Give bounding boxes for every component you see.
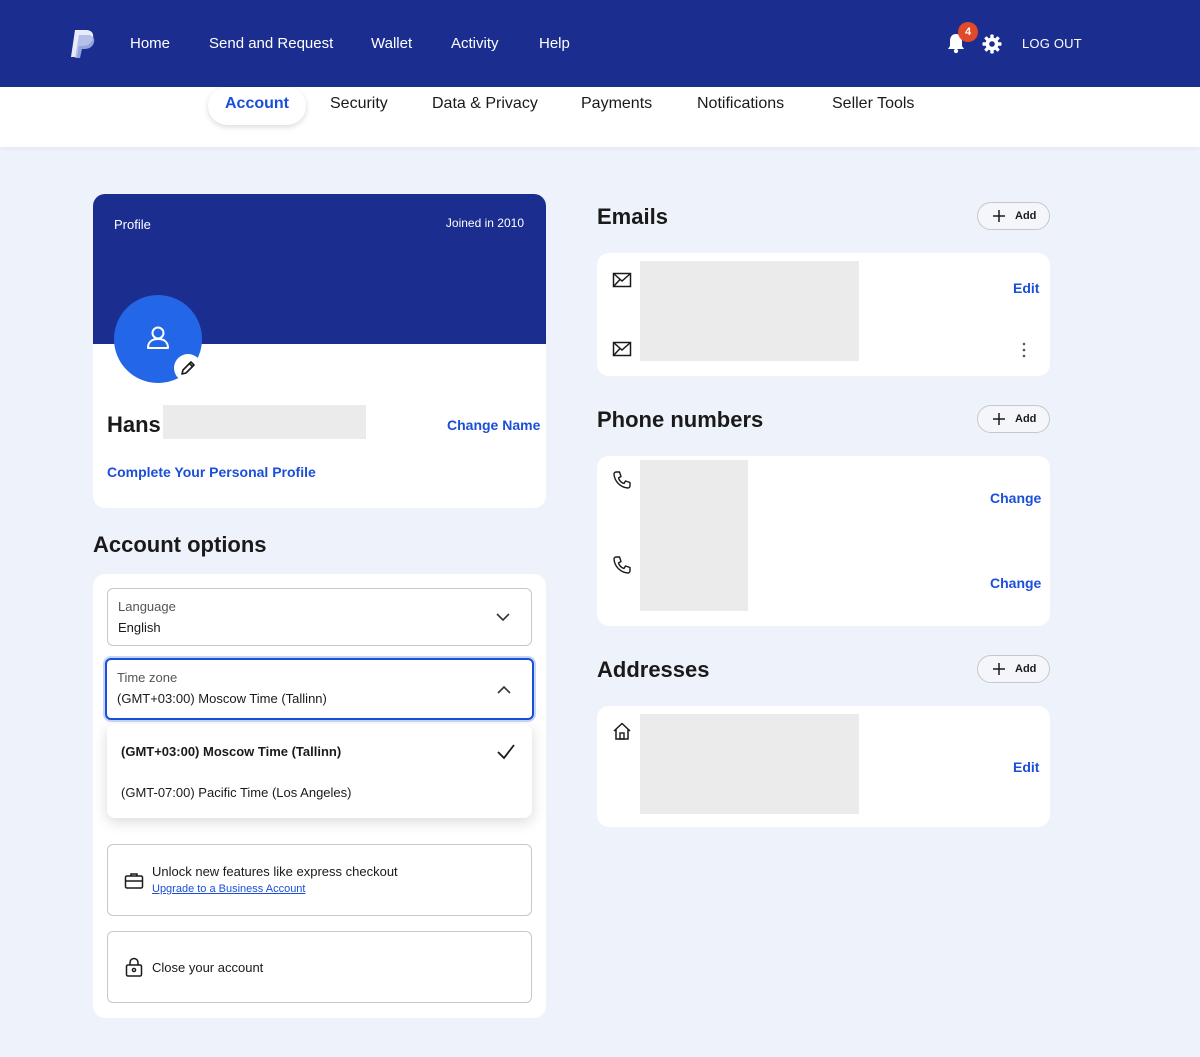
profile-label: Profile <box>114 217 151 232</box>
redacted-emails <box>640 261 859 361</box>
edit-address-link[interactable]: Edit <box>1013 759 1039 775</box>
add-email-button[interactable]: Add <box>977 202 1050 230</box>
account-options-card: Language English Time zone (GMT+03:00) M… <box>93 574 546 1018</box>
timezone-value: (GMT+03:00) Moscow Time (Tallinn) <box>117 691 327 706</box>
language-select[interactable]: Language English <box>107 588 532 646</box>
user-icon <box>147 326 169 349</box>
close-account-option[interactable]: Close your account <box>107 931 532 1003</box>
phones-card: Change Change <box>597 456 1050 626</box>
redacted-address <box>640 714 859 814</box>
change-name-link[interactable]: Change Name <box>447 417 540 433</box>
emails-title: Emails <box>597 204 668 229</box>
emails-card: Edit <box>597 253 1050 376</box>
tab-seller-tools[interactable]: Seller Tools <box>832 95 914 113</box>
gear-icon[interactable] <box>982 34 1002 54</box>
paypal-logo-icon[interactable] <box>70 29 96 59</box>
nav-send-and-request[interactable]: Send and Request <box>209 35 333 52</box>
upgrade-link[interactable]: Upgrade to a Business Account <box>152 883 305 895</box>
tab-security[interactable]: Security <box>330 95 388 113</box>
change-phone-link-2[interactable]: Change <box>990 575 1041 591</box>
notification-badge: 4 <box>958 22 978 42</box>
edit-email-link[interactable]: Edit <box>1013 280 1039 296</box>
add-email-label: Add <box>1015 210 1037 222</box>
tab-payments[interactable]: Payments <box>581 95 652 113</box>
top-navigation: Home Send and Request Wallet Activity He… <box>0 0 1200 87</box>
check-icon <box>497 744 515 760</box>
logout-button[interactable]: LOG OUT <box>1022 36 1082 51</box>
pencil-icon <box>181 361 195 375</box>
upgrade-business-option[interactable]: Unlock new features like express checkou… <box>107 844 532 916</box>
timezone-option[interactable]: (GMT-07:00) Pacific Time (Los Angeles) <box>121 785 351 800</box>
addresses-title: Addresses <box>597 657 710 682</box>
timezone-option-selected[interactable]: (GMT+03:00) Moscow Time (Tallinn) <box>121 744 341 759</box>
chevron-down-icon <box>496 613 510 622</box>
phones-title: Phone numbers <box>597 407 764 432</box>
account-options-title: Account options <box>93 532 267 557</box>
briefcase-icon <box>124 873 144 889</box>
tab-data-privacy[interactable]: Data & Privacy <box>432 95 538 113</box>
tab-account[interactable]: Account <box>208 87 306 125</box>
redacted-phones <box>640 460 748 611</box>
settings-tabs: Account Security Data & Privacy Payments… <box>0 87 1200 147</box>
house-icon <box>613 722 631 740</box>
nav-home[interactable]: Home <box>130 35 170 52</box>
plus-icon <box>993 210 1005 222</box>
language-label: Language <box>118 599 176 614</box>
edit-avatar-button[interactable] <box>174 354 202 382</box>
nav-wallet[interactable]: Wallet <box>371 35 412 52</box>
change-phone-link-1[interactable]: Change <box>990 490 1041 506</box>
addresses-card: Edit <box>597 706 1050 827</box>
redacted-last-name <box>163 405 366 439</box>
language-value: English <box>118 620 161 635</box>
chevron-up-icon <box>497 685 511 694</box>
close-account-text: Close your account <box>152 960 264 975</box>
timezone-dropdown: (GMT+03:00) Moscow Time (Tallinn) (GMT-0… <box>107 724 532 818</box>
phone-icon <box>613 556 631 574</box>
timezone-label: Time zone <box>117 670 178 685</box>
add-address-button[interactable]: Add <box>977 655 1050 683</box>
phone-icon <box>613 471 631 489</box>
add-address-label: Add <box>1015 663 1037 675</box>
upgrade-text: Unlock new features like express checkou… <box>152 864 398 879</box>
plus-icon <box>993 413 1005 425</box>
nav-activity[interactable]: Activity <box>451 35 499 52</box>
add-phone-label: Add <box>1015 413 1037 425</box>
add-phone-button[interactable]: Add <box>977 405 1050 433</box>
envelope-icon <box>612 341 632 357</box>
more-options-icon[interactable] <box>1022 342 1026 358</box>
lock-icon <box>125 957 143 977</box>
complete-profile-link[interactable]: Complete Your Personal Profile <box>107 464 316 480</box>
profile-first-name: Hans <box>107 412 161 437</box>
envelope-icon <box>612 272 632 288</box>
joined-date: Joined in 2010 <box>445 216 524 230</box>
tab-notifications[interactable]: Notifications <box>697 95 784 113</box>
profile-card: Profile Joined in 2010 Hans Change Name … <box>93 194 546 508</box>
timezone-select[interactable]: Time zone (GMT+03:00) Moscow Time (Talli… <box>105 658 534 720</box>
nav-help[interactable]: Help <box>539 35 570 52</box>
plus-icon <box>993 663 1005 675</box>
